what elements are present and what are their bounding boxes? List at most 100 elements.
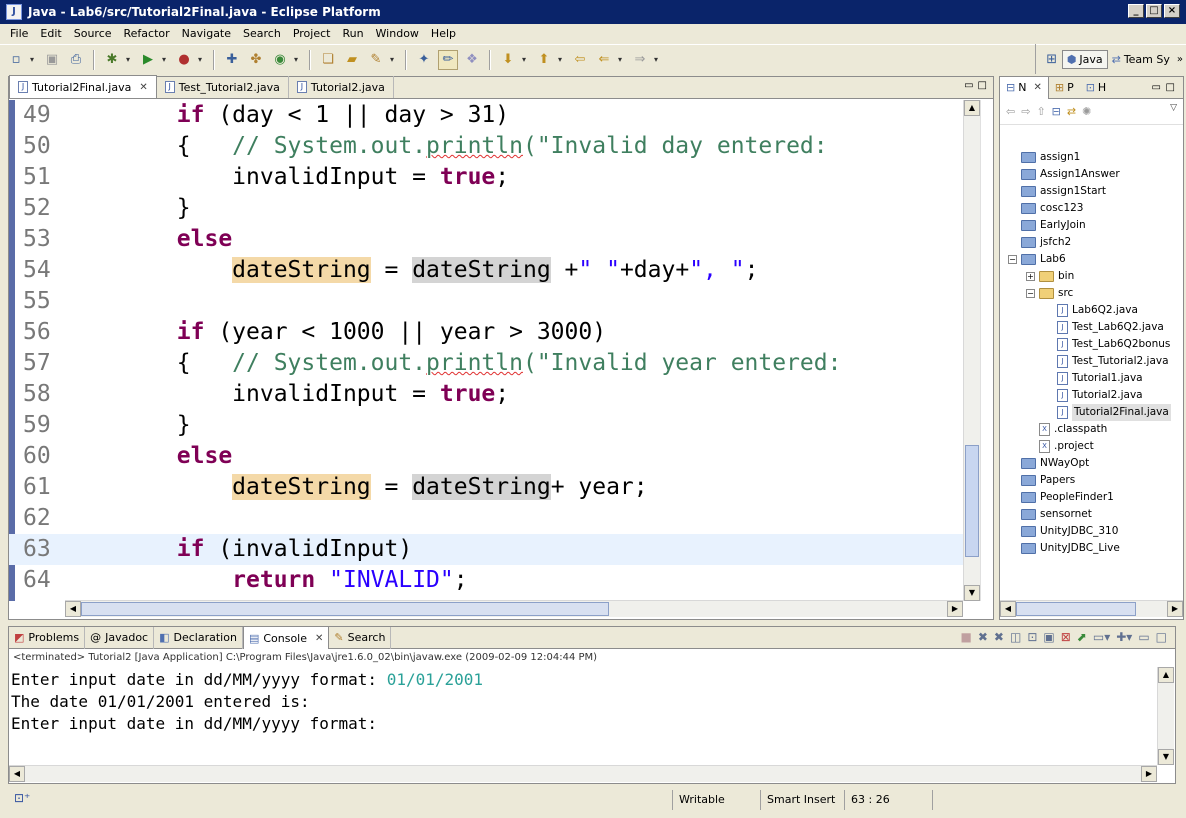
tree-item[interactable]: UnityJDBC_310 xyxy=(1008,523,1118,540)
run-dropdown-icon[interactable]: ▾ xyxy=(162,55,170,64)
terminate-icon[interactable]: ■ xyxy=(961,630,972,644)
fast-view-icon[interactable]: ⊡⁺ xyxy=(14,791,30,805)
scroll-up-arrow-icon[interactable]: ▲ xyxy=(1158,667,1174,683)
code-line[interactable]: 51 invalidInput = true; xyxy=(9,162,963,193)
forward-icon[interactable]: ⇒ xyxy=(630,50,650,70)
tree-item[interactable]: EarlyJoin xyxy=(1008,217,1086,234)
scroll-down-arrow-icon[interactable]: ▼ xyxy=(964,585,980,601)
remove-launch-icon[interactable]: ✖ xyxy=(978,630,988,644)
open-perspective-icon[interactable]: ⊞ xyxy=(1042,49,1062,69)
code-line[interactable]: 50 { // System.out.println("Invalid day … xyxy=(9,131,963,162)
code-editor[interactable]: 49 if (day < 1 || day > 31) 50 { // Syste… xyxy=(9,100,963,601)
search-icon[interactable]: ✎ xyxy=(366,50,386,70)
back-icon[interactable]: ⇐ xyxy=(594,50,614,70)
toggle-markers-icon[interactable]: ✦ xyxy=(414,50,434,70)
perspective-team[interactable]: ⇄ Team Sy xyxy=(1108,51,1174,68)
code-line[interactable]: 53 else xyxy=(9,224,963,255)
tree-item[interactable]: assign1 xyxy=(1008,149,1080,166)
minimize-view-icon[interactable]: ▭ xyxy=(1152,82,1161,93)
tree-item[interactable]: sensornet xyxy=(1008,506,1092,523)
external-tools-icon[interactable]: ● xyxy=(174,50,194,70)
scroll-down-arrow-icon[interactable]: ▼ xyxy=(1158,749,1174,765)
menu-run[interactable]: Run xyxy=(336,27,369,40)
external-tools-dropdown-icon[interactable]: ▾ xyxy=(198,55,206,64)
tree-item[interactable]: assign1Start xyxy=(1008,183,1106,200)
debug-icon[interactable]: ✱ xyxy=(102,50,122,70)
code-line[interactable]: 56 if (year < 1000 || year > 3000) xyxy=(9,317,963,348)
minimize-button[interactable]: _ xyxy=(1128,4,1144,18)
new-package-icon[interactable]: ✤ xyxy=(246,50,266,70)
perspective-java[interactable]: ⬢ Java xyxy=(1061,49,1108,69)
close-tab-icon[interactable]: ✕ xyxy=(139,82,147,93)
previous-annotation-dropdown-icon[interactable]: ▾ xyxy=(558,55,566,64)
overview-ruler[interactable] xyxy=(980,100,993,601)
tree-item[interactable]: PeopleFinder1 xyxy=(1008,489,1114,506)
scroll-up-arrow-icon[interactable]: ▲ xyxy=(964,100,980,116)
next-annotation-icon[interactable]: ⬇ xyxy=(498,50,518,70)
maximize-view-icon[interactable]: □ xyxy=(1156,630,1167,644)
view-menu-icon[interactable]: ▽ xyxy=(1170,103,1177,113)
scroll-right-arrow-icon[interactable]: ▶ xyxy=(1167,601,1183,617)
tree-item[interactable]: J Tutorial1.java xyxy=(1044,370,1143,387)
show-whitespace-icon[interactable]: ❖ xyxy=(462,50,482,70)
back-icon[interactable]: ⇦ xyxy=(1006,105,1015,118)
tree-item[interactable]: + bin xyxy=(1026,268,1074,285)
scroll-left-arrow-icon[interactable]: ◀ xyxy=(1000,601,1016,617)
tree-item[interactable]: UnityJDBC_Live xyxy=(1008,540,1120,557)
tree-item[interactable]: − src xyxy=(1026,285,1073,302)
code-line[interactable]: 62 xyxy=(9,503,963,534)
menu-project[interactable]: Project xyxy=(287,27,337,40)
code-line[interactable]: 52 } xyxy=(9,193,963,224)
maximize-view-icon[interactable]: □ xyxy=(978,80,987,91)
clear-console-icon[interactable]: ◫ xyxy=(1010,630,1021,644)
search-dropdown-icon[interactable]: ▾ xyxy=(390,55,398,64)
tree-item[interactable]: J Test_Tutorial2.java xyxy=(1044,353,1169,370)
code-line[interactable]: 49 if (day < 1 || day > 31) xyxy=(9,100,963,131)
new-class-dropdown-icon[interactable]: ▾ xyxy=(294,55,302,64)
menu-refactor[interactable]: Refactor xyxy=(118,27,176,40)
tab-test-tutorial2[interactable]: J Test_Tutorial2.java xyxy=(157,76,289,98)
scroll-right-arrow-icon[interactable]: ▶ xyxy=(1141,766,1157,782)
code-line[interactable]: 64 return "INVALID"; xyxy=(9,565,963,596)
open-folder-icon[interactable]: ▰ xyxy=(342,50,362,70)
tab-javadoc[interactable]: @ Javadoc xyxy=(85,626,155,649)
tree-item[interactable]: cosc123 xyxy=(1008,200,1083,217)
show-console-on-output-icon[interactable]: ▣ xyxy=(1043,630,1054,644)
run-icon[interactable]: ▶ xyxy=(138,50,158,70)
tree-item[interactable]: X .project xyxy=(1026,438,1094,455)
tree-item[interactable]: Assign1Answer xyxy=(1008,166,1120,183)
scroll-left-arrow-icon[interactable]: ◀ xyxy=(9,766,25,782)
console-horizontal-scrollbar[interactable]: ◀ ▶ xyxy=(9,765,1157,782)
code-line[interactable]: 54 dateString = dateString +" "+day+", "… xyxy=(9,255,963,286)
tree-item[interactable]: Papers xyxy=(1008,472,1075,489)
print-icon[interactable]: ⎙ xyxy=(66,50,86,70)
tree-item[interactable]: J Test_Lab6Q2bonus xyxy=(1044,336,1170,353)
open-type-icon[interactable]: ❏ xyxy=(318,50,338,70)
code-line[interactable]: 57 { // System.out.println("Invalid year… xyxy=(9,348,963,379)
tab-navigator[interactable]: ⊟ N ✕ xyxy=(1000,76,1049,99)
close-button[interactable]: × xyxy=(1164,4,1180,18)
display-selected-console-icon[interactable]: ⬈ xyxy=(1077,630,1087,644)
tree-item[interactable]: jsfch2 xyxy=(1008,234,1071,251)
filters-icon[interactable]: ✺ xyxy=(1082,105,1091,118)
menu-help[interactable]: Help xyxy=(425,27,462,40)
tab-tutorial2final[interactable]: J Tutorial2Final.java ✕ xyxy=(9,75,157,98)
navigator-horizontal-scrollbar[interactable]: ◀ ▶ xyxy=(1000,600,1183,617)
mark-occurrences-icon[interactable]: ✏ xyxy=(438,49,458,70)
code-line[interactable]: 60 else xyxy=(9,441,963,472)
new-icon[interactable]: ▫ xyxy=(6,50,26,70)
code-line[interactable]: 55 xyxy=(9,286,963,317)
tree-item[interactable]: J Tutorial2Final.java xyxy=(1044,404,1171,421)
editor-vertical-scrollbar[interactable]: ▲ ▼ xyxy=(963,100,980,601)
menu-window[interactable]: Window xyxy=(370,27,425,40)
open-console-icon[interactable]: ▭▾ xyxy=(1093,630,1110,644)
forward-icon[interactable]: ⇨ xyxy=(1021,105,1030,118)
scroll-left-arrow-icon[interactable]: ◀ xyxy=(65,601,81,617)
menu-navigate[interactable]: Navigate xyxy=(176,27,237,40)
tree-item[interactable]: J Test_Lab6Q2.java xyxy=(1044,319,1164,336)
tab-hierarchy[interactable]: ⊡ H xyxy=(1080,77,1113,99)
scroll-lock-icon[interactable]: ⊡ xyxy=(1027,630,1037,644)
scroll-thumb[interactable] xyxy=(1016,602,1136,616)
tab-search[interactable]: ✎ Search xyxy=(329,626,392,649)
tree-item[interactable]: − Lab6 xyxy=(1008,251,1066,268)
